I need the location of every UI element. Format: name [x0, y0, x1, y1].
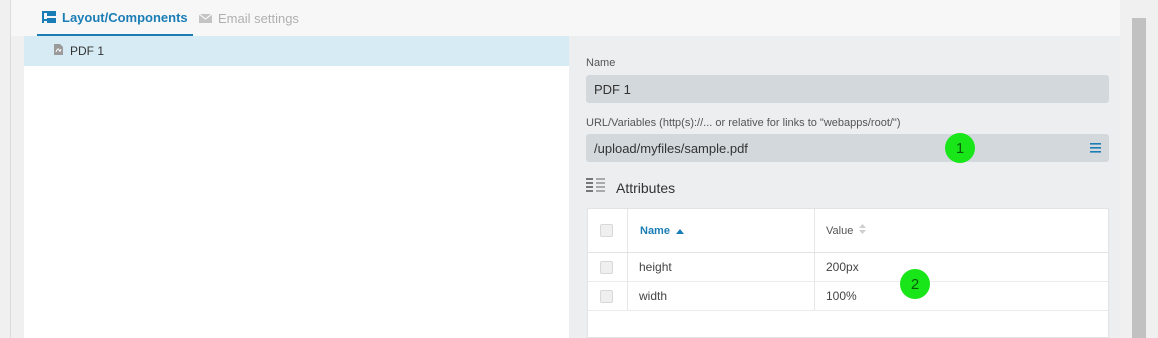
- attribute-name-cell: height: [639, 260, 672, 274]
- row-checkbox[interactable]: [600, 290, 613, 303]
- column-separator: [627, 209, 628, 252]
- column-separator: [627, 253, 628, 281]
- attribute-name-cell: width: [639, 289, 668, 303]
- pdf-file-icon: [54, 44, 63, 58]
- column-separator: [814, 253, 815, 281]
- attribute-value-cell: 100%: [826, 289, 857, 303]
- table-row[interactable]: width 100%: [588, 282, 1108, 311]
- column-separator: [814, 282, 815, 310]
- column-header-name-label: Name: [640, 224, 670, 237]
- component-tree: PDF 1: [24, 36, 569, 338]
- name-input-value: PDF 1: [594, 81, 631, 97]
- menu-icon[interactable]: [1090, 141, 1101, 156]
- tab-bar: Layout/Components Email settings: [11, 0, 1120, 36]
- table-row[interactable]: height 200px: [588, 253, 1108, 282]
- column-header-value-label: Value: [826, 224, 854, 237]
- sort-ascending-icon: [675, 225, 684, 237]
- attributes-section-title: Attributes: [586, 178, 675, 197]
- column-separator: [814, 209, 815, 252]
- properties-panel: Name PDF 1 URL/Variables (http(s)://... …: [569, 36, 1120, 338]
- column-header-name[interactable]: Name: [640, 209, 684, 252]
- annotation-marker-2: 2: [900, 269, 930, 299]
- select-all-checkbox[interactable]: [600, 224, 613, 237]
- tab-layout-components[interactable]: Layout/Components: [37, 0, 193, 36]
- table-header: Name Value: [588, 209, 1108, 253]
- url-input[interactable]: /upload/myfiles/sample.pdf: [586, 134, 1109, 162]
- tab-email-settings[interactable]: Email settings: [194, 0, 304, 36]
- name-field-label: Name: [586, 57, 616, 69]
- name-input[interactable]: PDF 1: [586, 75, 1109, 103]
- tree-item-label: PDF 1: [70, 44, 105, 58]
- attribute-value-cell: 200px: [826, 260, 859, 274]
- url-field-label: URL/Variables (http(s)://... or relative…: [586, 117, 901, 129]
- sort-unsorted-icon: [859, 224, 867, 237]
- envelope-icon: [199, 13, 212, 23]
- url-input-value: /upload/myfiles/sample.pdf: [594, 140, 748, 156]
- vertical-scrollbar[interactable]: [1132, 18, 1146, 338]
- tab-label: Layout/Components: [62, 9, 188, 25]
- tab-label: Email settings: [218, 10, 299, 26]
- window-left-border: [10, 0, 11, 338]
- column-header-value[interactable]: Value: [826, 209, 867, 252]
- column-separator: [627, 282, 628, 310]
- attributes-table: Name Value height 200px width 100%: [587, 208, 1109, 338]
- row-checkbox[interactable]: [600, 261, 613, 274]
- annotation-marker-1: 1: [945, 133, 975, 163]
- tree-icon: [42, 11, 56, 23]
- tree-item-pdf-1[interactable]: PDF 1: [24, 36, 569, 66]
- attributes-title: Attributes: [616, 179, 676, 196]
- list-columns-icon: [586, 178, 605, 197]
